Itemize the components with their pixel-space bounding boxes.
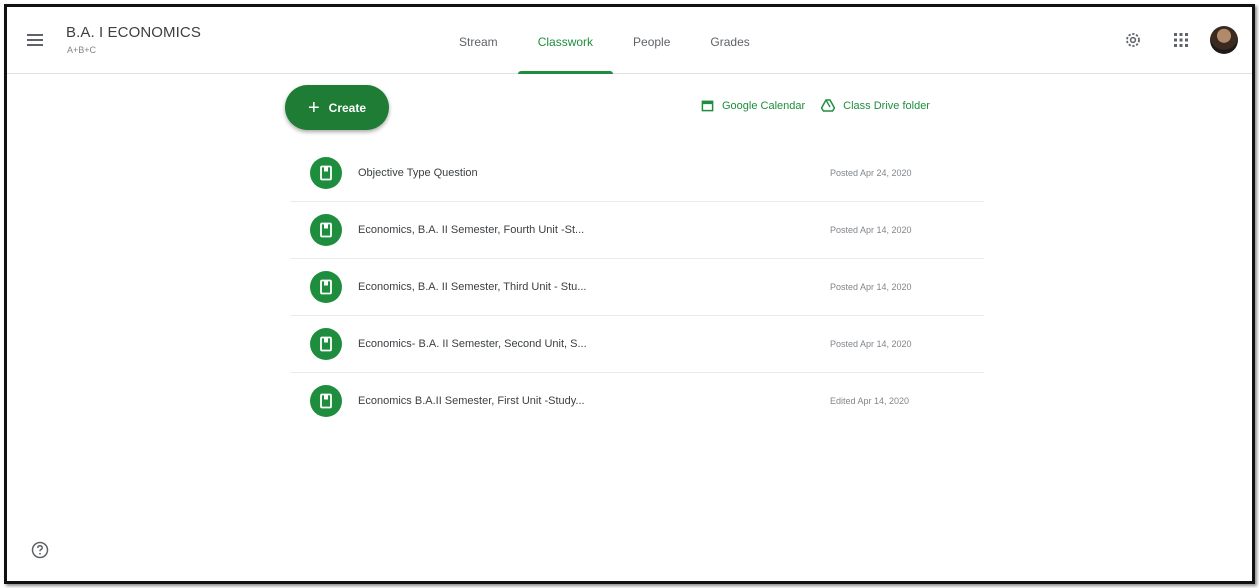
create-button-label: Create [328,100,367,115]
material-icon [310,157,342,189]
class-drive-folder-label: Class Drive folder [843,99,930,112]
google-calendar-label: Google Calendar [722,99,806,112]
class-drive-folder-link[interactable]: Class Drive folder [821,99,930,112]
top-app-bar: B.A. I ECONOMICS A+B+C Stream Classwork … [7,7,1252,74]
profile-avatar[interactable] [1210,26,1238,54]
settings-gear-icon[interactable] [1118,25,1148,55]
material-icon [310,214,342,246]
classwork-item-title: Economics, B.A. II Semester, Third Unit … [358,281,587,293]
menu-icon[interactable] [27,31,47,49]
class-tabs: Stream Classwork People Grades [439,7,770,74]
calendar-icon [701,100,714,112]
classwork-item-title: Economics B.A.II Semester, First Unit -S… [358,395,585,407]
top-right-actions [1100,25,1238,55]
material-icon [310,328,342,360]
help-icon[interactable] [31,541,51,561]
drive-icon [821,99,836,112]
material-icon [310,271,342,303]
tab-classwork[interactable]: Classwork [517,7,614,74]
tab-grades[interactable]: Grades [690,7,769,73]
classwork-item[interactable]: Objective Type Question Posted Apr 24, 2… [290,145,984,202]
create-button[interactable]: + Create [285,85,389,130]
apps-grid-icon[interactable] [1166,25,1196,55]
plus-icon: + [307,96,320,119]
classwork-item-title: Economics- B.A. II Semester, Second Unit… [358,338,587,350]
classwork-item-date: Posted Apr 24, 2020 [830,168,912,178]
classwork-item-title: Economics, B.A. II Semester, Fourth Unit… [358,224,585,236]
class-title[interactable]: B.A. I ECONOMICS [66,24,201,41]
classwork-item-title: Objective Type Question [358,167,478,179]
classwork-item-date: Posted Apr 14, 2020 [830,339,912,349]
classwork-item-date: Posted Apr 14, 2020 [830,282,912,292]
classwork-list: Objective Type Question Posted Apr 24, 2… [290,145,984,429]
classwork-item-date: Posted Apr 14, 2020 [830,225,912,235]
quick-links: Google Calendar Class Drive folder [701,99,946,112]
google-calendar-link[interactable]: Google Calendar [701,99,805,112]
classwork-item[interactable]: Economics, B.A. II Semester, Third Unit … [290,259,984,316]
classwork-item[interactable]: Economics B.A.II Semester, First Unit -S… [290,373,984,429]
material-icon [310,385,342,417]
classwork-item[interactable]: Economics, B.A. II Semester, Fourth Unit… [290,202,984,259]
class-section: A+B+C [67,45,97,55]
tab-people[interactable]: People [613,7,690,73]
tab-stream[interactable]: Stream [439,7,518,73]
classwork-item-date: Edited Apr 14, 2020 [830,396,910,406]
classwork-item[interactable]: Economics- B.A. II Semester, Second Unit… [290,316,984,373]
classroom-window: B.A. I ECONOMICS A+B+C Stream Classwork … [4,4,1255,584]
